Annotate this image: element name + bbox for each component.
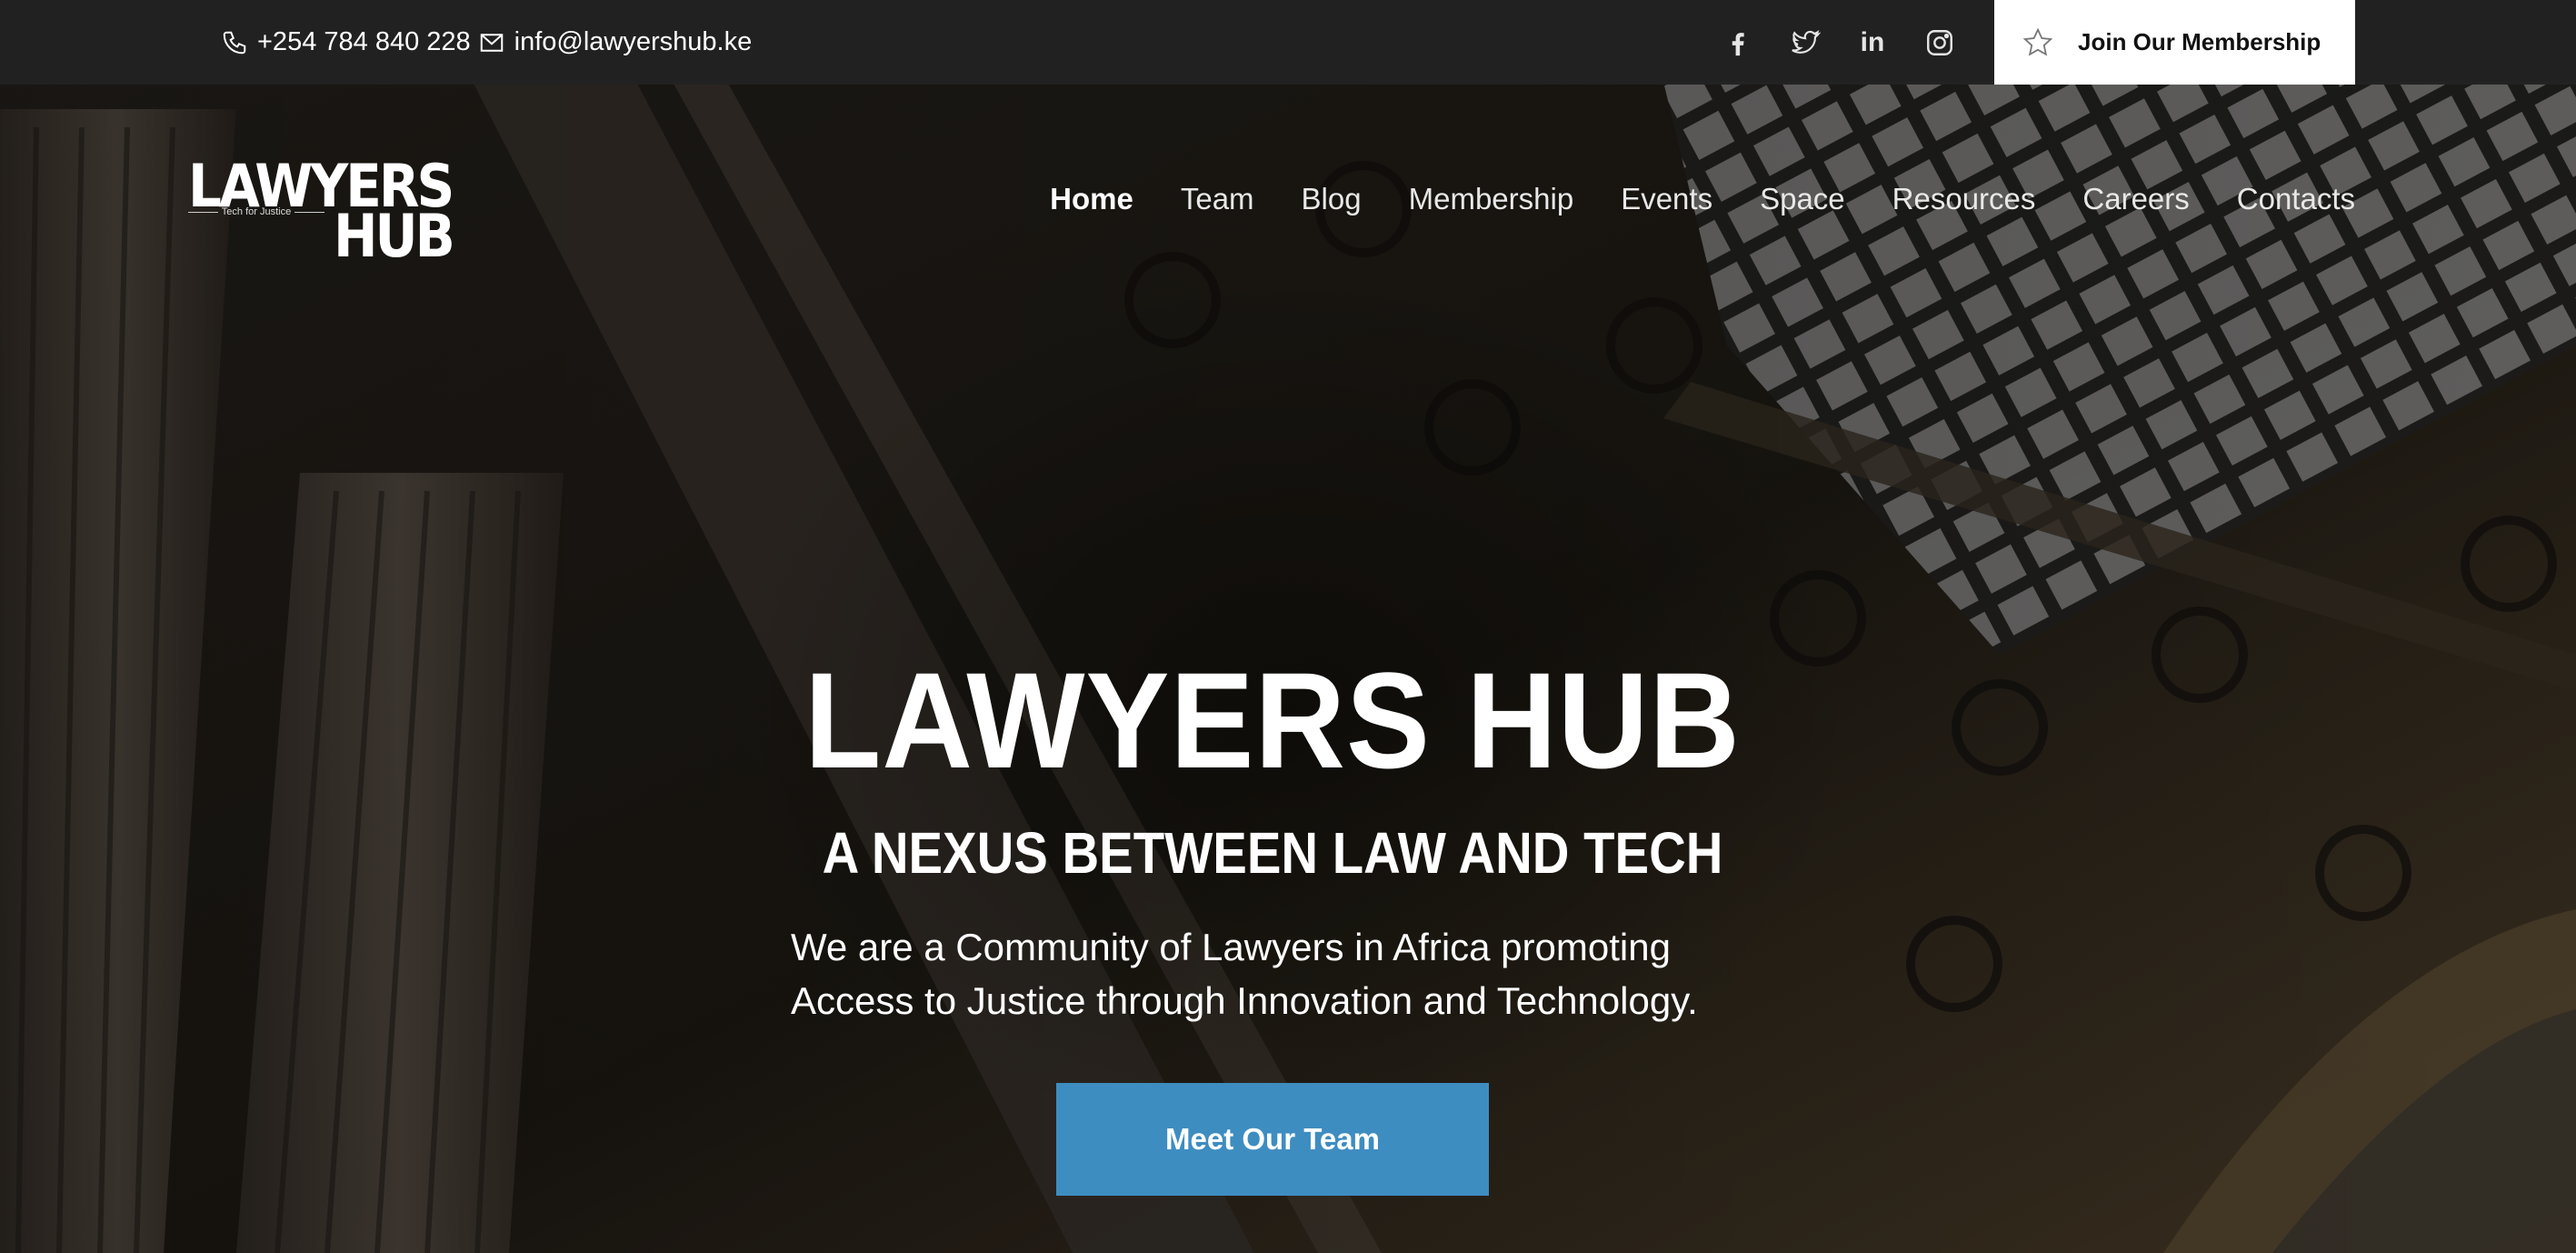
- facebook-icon[interactable]: [1722, 27, 1753, 58]
- contact-info: +254 784 840 228 info@lawyershub.ke: [221, 0, 759, 85]
- email-address: info@lawyershub.ke: [514, 27, 753, 56]
- linkedin-icon[interactable]: in: [1857, 27, 1888, 58]
- join-membership-label: Join Our Membership: [2078, 28, 2321, 55]
- phone-number: +254 784 840 228: [257, 27, 471, 56]
- mail-icon: [478, 29, 505, 56]
- nav-item-space[interactable]: Space: [1760, 182, 1845, 216]
- nav-item-home[interactable]: Home: [1050, 182, 1133, 216]
- main-navigation: Home Team Blog Membership Events Space R…: [1050, 182, 2355, 216]
- top-bar: +254 784 840 228 info@lawyershub.ke in J…: [0, 0, 2576, 85]
- twitter-icon[interactable]: [1790, 27, 1821, 58]
- site-logo[interactable]: LAWYERS Tech for Justice HUB: [188, 156, 455, 266]
- hero-subtitle: A NEXUS BETWEEN LAW AND TECH: [822, 820, 1723, 886]
- nav-item-contacts[interactable]: Contacts: [2237, 182, 2355, 216]
- hero-description: We are a Community of Lawyers in Africa …: [791, 926, 1698, 1022]
- nav-item-team[interactable]: Team: [1181, 182, 1254, 216]
- nav-item-careers[interactable]: Careers: [2082, 182, 2189, 216]
- email-link[interactable]: info@lawyershub.ke: [478, 27, 753, 57]
- logo-line-2: HUB: [334, 201, 455, 271]
- star-icon: [2022, 27, 2053, 56]
- social-links: in: [1722, 0, 1955, 85]
- hero-title: LAWYERS HUB: [804, 644, 1741, 797]
- nav-item-events[interactable]: Events: [1621, 182, 1712, 216]
- phone-icon: [221, 29, 248, 56]
- phone-link[interactable]: +254 784 840 228: [221, 27, 471, 57]
- instagram-icon[interactable]: [1924, 27, 1955, 58]
- nav-item-resources[interactable]: Resources: [1892, 182, 2036, 216]
- logo-tagline: Tech for Justice: [188, 206, 325, 217]
- join-membership-button[interactable]: Join Our Membership: [1994, 0, 2355, 85]
- nav-item-membership[interactable]: Membership: [1409, 182, 1574, 216]
- nav-item-blog[interactable]: Blog: [1302, 182, 1362, 216]
- meet-our-team-button[interactable]: Meet Our Team: [1056, 1083, 1489, 1196]
